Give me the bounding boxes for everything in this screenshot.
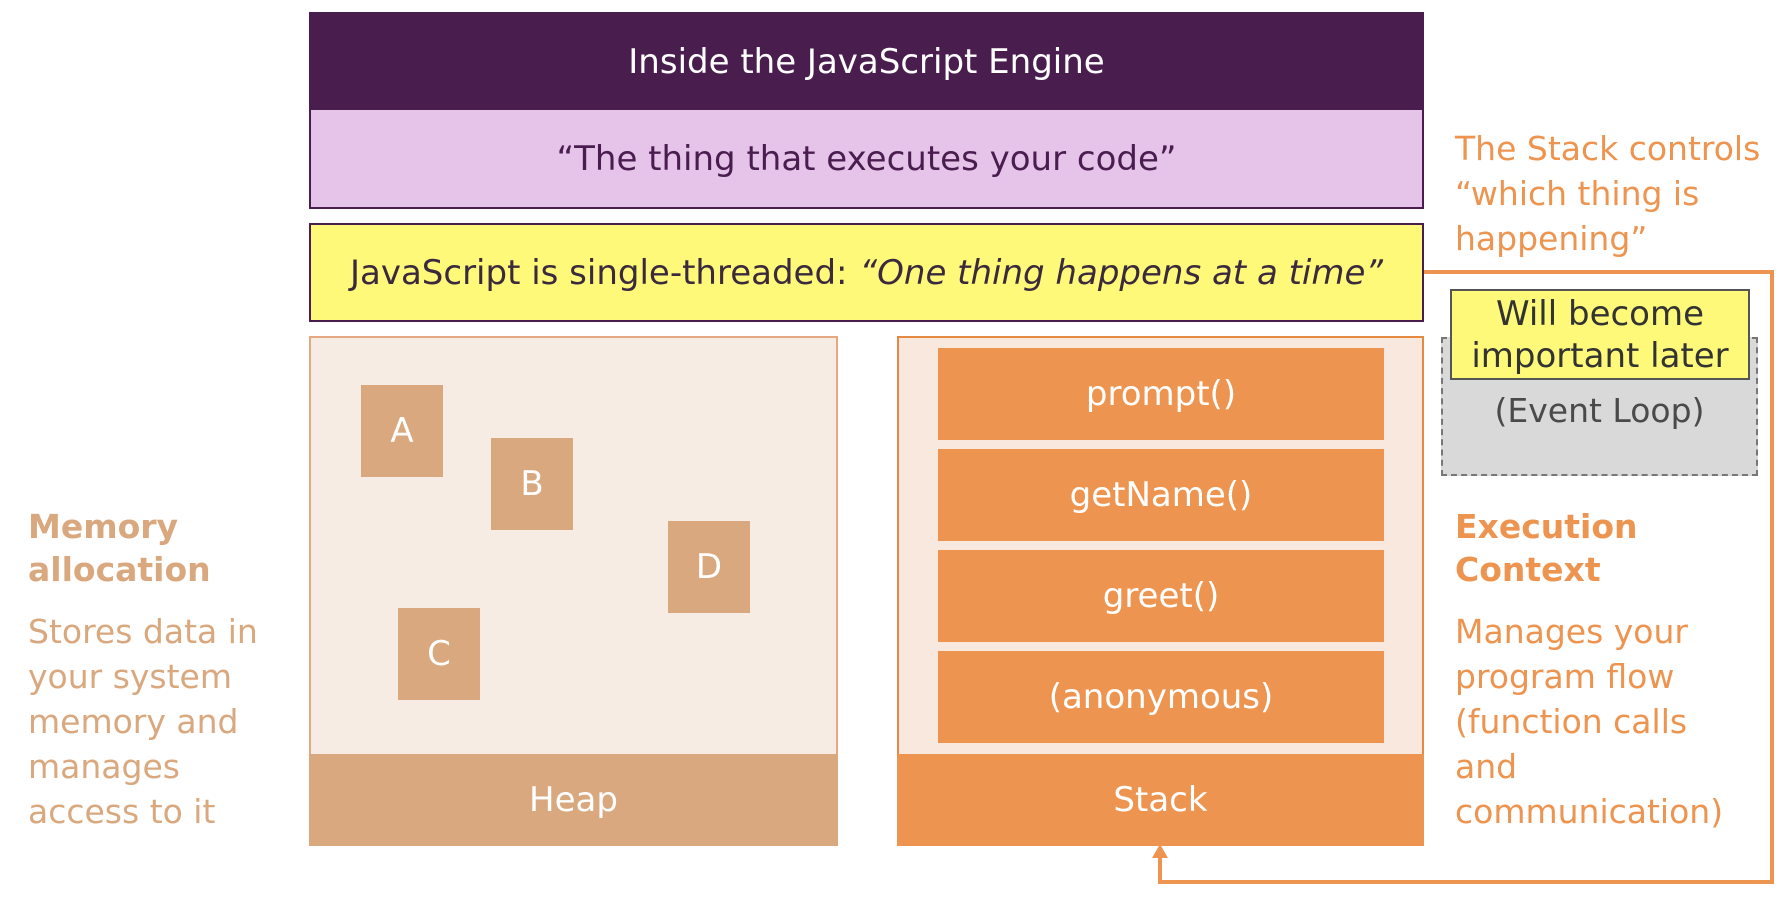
connector-arrow xyxy=(1152,270,1774,884)
arrowhead-up-icon xyxy=(1152,844,1168,858)
connector-line xyxy=(1158,270,1774,884)
